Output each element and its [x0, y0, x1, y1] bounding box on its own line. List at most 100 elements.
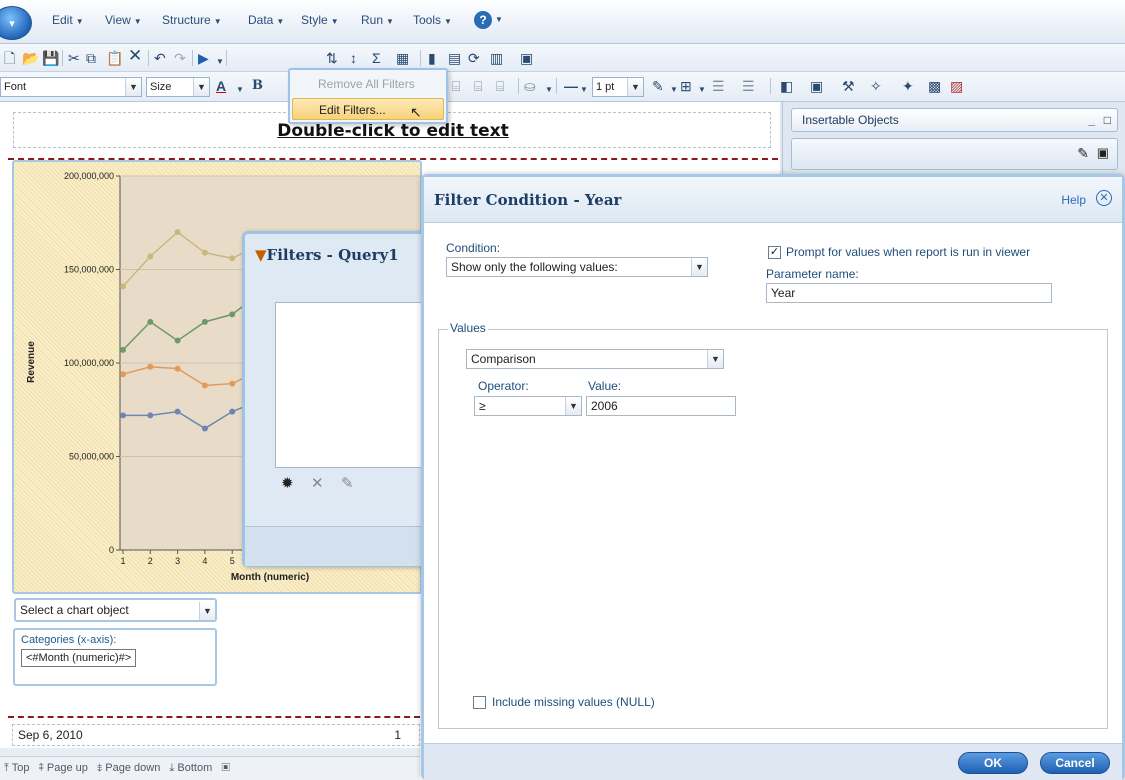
- summarize-icon[interactable]: Σ: [372, 48, 381, 68]
- categories-item[interactable]: <#Month (numeric)#>: [21, 649, 137, 667]
- data-point: [147, 363, 154, 370]
- top-button[interactable]: ⤒ Top: [4, 762, 29, 774]
- delete-filter-icon[interactable]: ✕: [311, 474, 324, 492]
- dialog-title: Filter Condition - Year: [434, 191, 622, 209]
- conditional-style-icon[interactable]: ◧: [780, 76, 793, 96]
- bottom-button[interactable]: ⤓ Bottom: [170, 762, 213, 774]
- line-width-select[interactable]: 1 pt ▼: [592, 77, 644, 97]
- size-select[interactable]: Size ▼: [146, 77, 210, 97]
- delete-icon[interactable]: ✕: [128, 46, 142, 66]
- page-navigation-bar: ⤒ Top ⇞ Page up ⇟ Page down ⤓ Bottom ▣: [0, 756, 420, 780]
- data-point: [201, 425, 208, 432]
- pivot-icon[interactable]: ⟳: [468, 48, 480, 68]
- app-menu-button[interactable]: ▾: [0, 6, 32, 40]
- grid-icon[interactable]: ▩: [928, 76, 941, 96]
- data-point: [201, 382, 208, 389]
- help-menu-icon[interactable]: ?: [474, 11, 492, 29]
- fill-color-icon[interactable]: ⛀: [524, 76, 536, 96]
- operator-select[interactable]: ≥ ▼: [474, 396, 582, 416]
- align-middle-icon[interactable]: ⌸: [474, 76, 482, 96]
- close-icon[interactable]: ✕: [1096, 190, 1112, 206]
- ok-button[interactable]: OK: [958, 752, 1028, 774]
- pin-icon[interactable]: ✎: [1077, 145, 1089, 162]
- section-icon[interactable]: ▮: [428, 48, 436, 68]
- chart-type-icon[interactable]: ▦: [396, 48, 409, 68]
- sort-order-icon[interactable]: ↕: [350, 48, 357, 68]
- chevron-down-icon[interactable]: ▼: [670, 80, 678, 100]
- help-link[interactable]: Help: [1061, 193, 1086, 207]
- categories-dropzone[interactable]: Categories (x-axis): <#Month (numeric)#>: [13, 628, 217, 686]
- remove-all-filters-item: Remove All Filters: [318, 77, 415, 91]
- cancel-button[interactable]: Cancel: [1040, 752, 1110, 774]
- filters-dialog: ▼Filters - Query1 ✹ ✕ ✎: [242, 231, 430, 567]
- bold-button[interactable]: B: [252, 76, 263, 96]
- chevron-down-icon[interactable]: ▼: [216, 52, 224, 72]
- undo-icon[interactable]: ↶: [154, 48, 166, 68]
- chevron-down-icon[interactable]: ▼: [698, 80, 706, 100]
- outdent-icon[interactable]: ☰: [742, 76, 755, 96]
- value-type-select[interactable]: Comparison ▼: [466, 349, 724, 369]
- menu-data[interactable]: Data ▼: [248, 13, 284, 27]
- chevron-down-icon[interactable]: ▼: [580, 80, 588, 100]
- chevron-down-icon[interactable]: ▼: [236, 80, 244, 100]
- font-select[interactable]: Font ▼: [0, 77, 142, 97]
- copy-icon[interactable]: ⧉: [86, 48, 96, 68]
- dialog-header: Filter Condition - Year Help ✕: [424, 177, 1122, 223]
- include-null-label: Include missing values (NULL): [492, 695, 655, 709]
- run-icon[interactable]: ▶: [198, 48, 209, 68]
- page-up-button[interactable]: ⇞ Page up: [39, 762, 88, 774]
- menu-edit[interactable]: Edit ▼: [52, 13, 84, 27]
- chart-object-select[interactable]: Select a chart object ▼: [14, 598, 217, 622]
- add-filter-icon[interactable]: ✹: [281, 474, 294, 492]
- paste-icon[interactable]: 📋: [106, 48, 123, 68]
- value-input[interactable]: 2006: [586, 396, 736, 416]
- chevron-down-icon[interactable]: ▼: [545, 80, 553, 100]
- indent-icon[interactable]: ☰: [712, 76, 725, 96]
- new-icon[interactable]: 🗋: [4, 48, 15, 68]
- group-icon[interactable]: ▤: [448, 48, 461, 68]
- font-color-icon[interactable]: A: [216, 76, 226, 96]
- redo-icon: ↷: [174, 50, 186, 66]
- menu-run[interactable]: Run ▼: [361, 13, 394, 27]
- sort-icon[interactable]: ⇅: [326, 48, 338, 68]
- y-tick-label: 100,000,000: [64, 358, 114, 368]
- magic-icon[interactable]: ✦: [902, 76, 914, 96]
- wand-icon[interactable]: ✧: [870, 76, 882, 96]
- parameter-name-input[interactable]: Year: [766, 283, 1052, 303]
- page-down-button[interactable]: ⇟ Page down: [97, 762, 160, 774]
- footer-date[interactable]: Sep 6, 2010: [18, 728, 83, 742]
- footer-page-number[interactable]: 1: [394, 725, 401, 745]
- menu-view[interactable]: View ▼: [105, 13, 142, 27]
- x-tick-label: 5: [230, 556, 235, 566]
- page-properties-icon[interactable]: ▣: [221, 762, 229, 774]
- copy-icon[interactable]: ▣: [1097, 145, 1109, 161]
- line-style-icon[interactable]: —: [564, 76, 578, 96]
- prompt-checkbox[interactable]: ✓: [768, 246, 781, 259]
- report-title[interactable]: Double-click to edit text: [14, 121, 772, 141]
- prompt-label: Prompt for values when report is run in …: [786, 245, 1031, 259]
- chevron-down-icon[interactable]: ▼: [495, 15, 503, 24]
- menu-structure[interactable]: Structure ▼: [162, 13, 222, 27]
- menu-style[interactable]: Style ▼: [301, 13, 339, 27]
- drill-icon[interactable]: ⚒: [842, 76, 855, 96]
- save-icon[interactable]: 💾: [42, 48, 59, 68]
- line-color-icon[interactable]: ✎: [652, 76, 664, 96]
- chart-icon[interactable]: ▥: [490, 48, 503, 68]
- page-icon[interactable]: ▣: [520, 48, 533, 68]
- style-icon[interactable]: ▣: [810, 76, 823, 96]
- include-null-checkbox[interactable]: [473, 696, 486, 709]
- condition-select[interactable]: Show only the following values: ▼: [446, 257, 708, 277]
- open-icon[interactable]: 📂: [22, 48, 39, 68]
- export-icon[interactable]: ▨: [950, 76, 963, 96]
- data-point: [120, 283, 126, 290]
- maximize-icon[interactable]: □: [1104, 109, 1111, 131]
- cut-icon[interactable]: ✂: [68, 48, 80, 68]
- menu-tools[interactable]: Tools ▼: [413, 13, 452, 27]
- minimize-icon[interactable]: _: [1088, 109, 1095, 131]
- edit-filter-icon[interactable]: ✎: [341, 474, 354, 492]
- borders-icon[interactable]: ⊞: [680, 76, 692, 96]
- divider: [518, 78, 519, 94]
- align-bottom-icon[interactable]: ⌸: [496, 76, 504, 96]
- filter-list[interactable]: [275, 302, 430, 468]
- align-icon[interactable]: ⌸: [452, 76, 460, 96]
